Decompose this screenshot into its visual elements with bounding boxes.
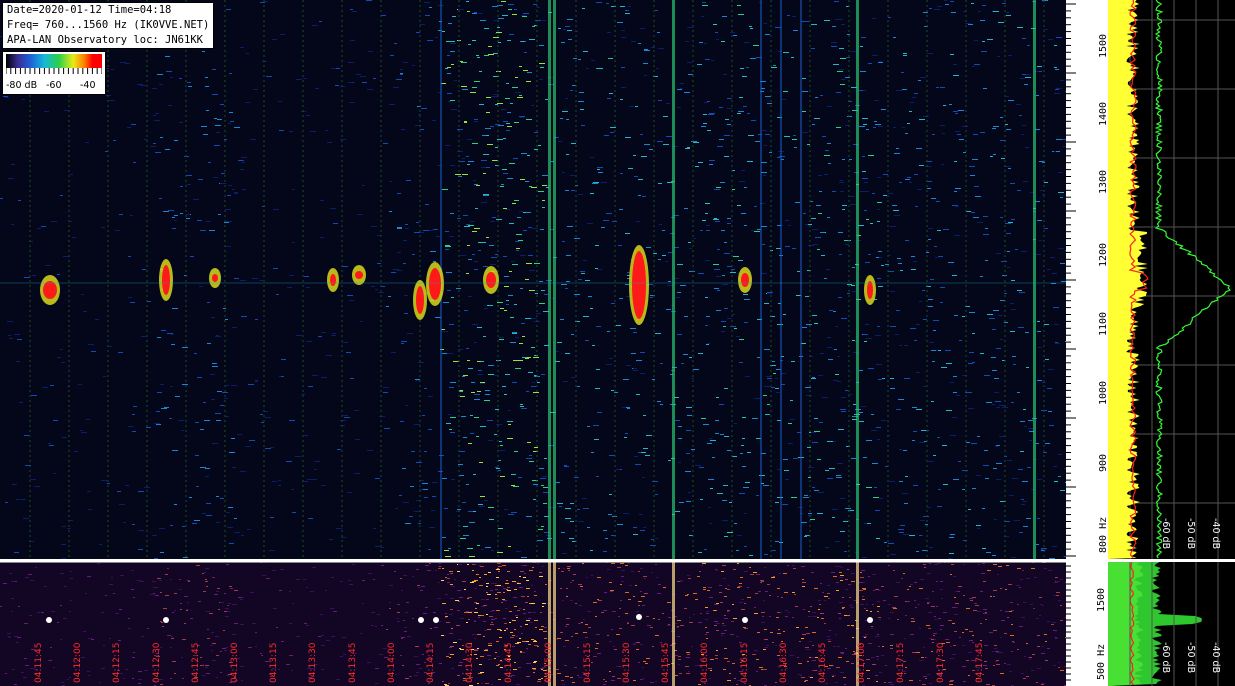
timeline-label: 04:16:30 <box>778 642 789 683</box>
timeline-label: 04:13:15 <box>269 642 280 683</box>
spectrum-overview-db-label-50: -50 dB <box>1185 642 1196 674</box>
colorbar-ticks <box>6 68 102 74</box>
timeline-label: 04:15:30 <box>622 642 632 683</box>
timeline-label: 04:17:15 <box>896 642 907 683</box>
timeline-label: 04:14:30 <box>465 642 476 683</box>
colorbar-gradient <box>6 54 102 68</box>
freq-overview-tick-1500: 1500 <box>1096 587 1107 612</box>
timeline-label: 04:12:00 <box>73 642 84 683</box>
timeline-label: 04:12:45 <box>190 642 201 683</box>
observatory-line: APA-LAN Observatory loc: JN61KK <box>7 34 203 46</box>
timeline-label: 04:14:15 <box>426 642 436 683</box>
timeline-label: 04:16:15 <box>739 642 750 683</box>
timeline-label: 04:13:45 <box>347 642 358 683</box>
timeline-label: 04:17:30 <box>935 642 946 683</box>
timeline-label: 04:14:00 <box>386 642 397 683</box>
spectrum-db-label-50: -50 dB <box>1185 518 1196 550</box>
colorbar-label-80: -80 dB <box>6 80 38 91</box>
colorbar-label-40: -40 <box>80 80 96 91</box>
timeline-label: 04:13:00 <box>230 642 240 683</box>
timeline-label: 04:15:15 <box>582 642 593 683</box>
colorbar-label-60: -60 <box>46 80 62 91</box>
spectrum-db-label-60: -60 dB <box>1160 518 1171 550</box>
colorbar-legend: -80 dB -60 -40 <box>2 51 106 95</box>
freq-overview-tick-500: 500 Hz <box>1096 643 1107 680</box>
timeline-label: 04:13:30 <box>308 642 319 683</box>
info-header: Date=2020-01-12 Time=04:18 Freq= 760...1… <box>2 2 215 49</box>
waterfall-spectrogram <box>0 0 1066 559</box>
timeline-label: 04:16:45 <box>818 642 828 683</box>
timeline-label: 04:12:30 <box>151 642 162 683</box>
frequency-axis-ticks <box>1066 3 1076 557</box>
panel-divider <box>0 559 1235 562</box>
frequency-axis-overview: 1500 500 Hz <box>1066 562 1108 686</box>
timeline-label: 04:16:00 <box>700 642 711 683</box>
spectrum-plot <box>1108 0 1235 559</box>
date-time-line: Date=2020-01-12 Time=04:18 <box>7 4 172 16</box>
spectrum-overview-db-label-40: -40 dB <box>1210 642 1221 674</box>
timeline-label: 04:15:45 <box>661 642 672 683</box>
spectrum-db-label-40: -40 dB <box>1210 518 1221 550</box>
timeline-label: 04:17:45 <box>974 642 985 683</box>
timeline-label: 04:14:45 <box>504 642 515 683</box>
frequency-axis: 1500 1400 1300 1200 1100 1000 900 800 Hz <box>1066 0 1109 559</box>
timeline-label: 04:17:00 <box>857 642 868 683</box>
spectrogram-viewer: 1500 1400 1300 1200 1100 1000 900 800 Hz… <box>0 0 1235 686</box>
spectrum-overview-db-label-60: -60 dB <box>1160 642 1171 674</box>
timeline-label: 04:15:00 <box>543 642 554 683</box>
timeline-label: 04:11:45 <box>34 642 44 683</box>
timeline-label: 04:12:15 <box>112 642 123 683</box>
frequency-range-line: Freq= 760...1560 Hz (IK0VVE.NET) <box>7 19 210 31</box>
